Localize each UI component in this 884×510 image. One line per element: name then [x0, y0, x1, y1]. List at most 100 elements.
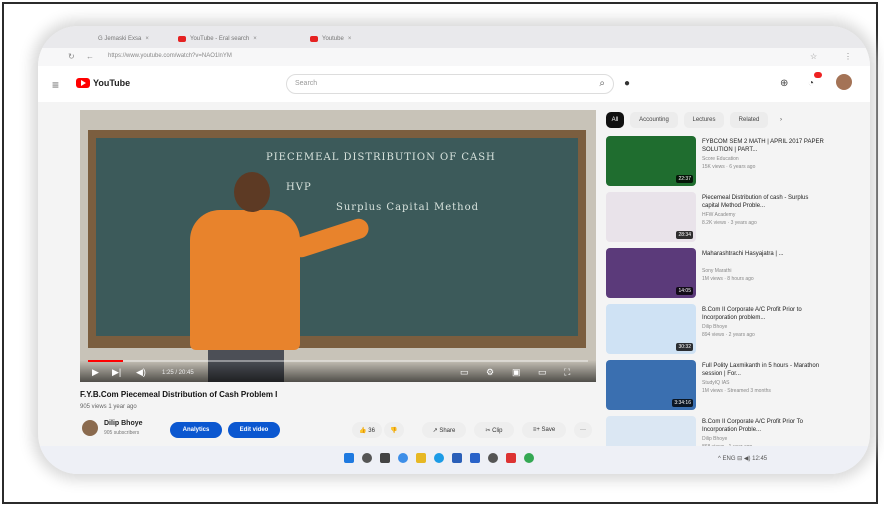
video-title: F.Y.B.Com Piecemeal Distribution of Cash…	[80, 390, 278, 399]
monitor-screen: G Jemaski Exsa × YouTube - Eral search × Y…	[38, 26, 870, 474]
more-button[interactable]: ···	[574, 422, 592, 438]
file-explorer-icon[interactable]	[416, 453, 426, 463]
teacher-head	[234, 172, 270, 212]
clip-button[interactable]: ✂ Clip	[474, 422, 514, 438]
app-icon[interactable]	[506, 453, 516, 463]
recommendation-item[interactable]: 14:05 Maharashtrachi Hasyajatra | ... Sony…	[606, 248, 870, 298]
youtube-logo[interactable]: YouTube	[76, 78, 130, 88]
browser-tab[interactable]: G Jemaski Exsa ×	[98, 32, 149, 46]
edge-icon[interactable]	[434, 453, 444, 463]
chat-icon[interactable]	[398, 453, 408, 463]
avatar[interactable]	[836, 74, 852, 90]
video-thumbnail[interactable]: 14:05	[606, 248, 696, 298]
back-icon[interactable]: ←	[86, 52, 94, 61]
youtube-header: ≡ YouTube Search ⌕ ● ⊕ ◔	[38, 66, 870, 102]
youtube-favicon-icon	[310, 36, 318, 42]
channel-subscribers: 905 subscribers	[104, 430, 140, 436]
video-thumbnail[interactable]: 28:34	[606, 192, 696, 242]
recommendation-channel: Sony Marathi	[702, 268, 732, 274]
refresh-icon[interactable]: ↻	[68, 52, 75, 61]
save-button[interactable]: ≡+ Save	[522, 422, 566, 438]
board-heading: PIECEMEAL DISTRIBUTION OF CASH	[266, 152, 496, 163]
recommendation-title[interactable]: Maharashtrachi Hasyajatra | ...	[702, 250, 826, 258]
share-button[interactable]: ↗ Share	[422, 422, 466, 438]
chip-related[interactable]: Related	[730, 112, 768, 128]
settings-icon[interactable]: ⚙	[486, 367, 494, 378]
windows-start-icon[interactable]	[344, 453, 354, 463]
browser-menu-icon[interactable]: ⋮	[844, 52, 852, 61]
recommendation-item[interactable]: 3:34:16 Full Polity Laxmikanth in 5 hours…	[606, 360, 870, 410]
miniplayer-icon[interactable]: ▣	[512, 367, 521, 378]
video-duration: 30:32	[676, 343, 693, 351]
board-line: HVP	[286, 182, 312, 193]
mic-icon[interactable]: ●	[624, 78, 630, 89]
video-thumbnail[interactable]: 3:34:16	[606, 360, 696, 410]
task-view-icon[interactable]	[380, 453, 390, 463]
recommendation-channel: HFW Academy	[702, 212, 736, 218]
search-icon[interactable]: ⌕	[599, 78, 605, 89]
theater-icon[interactable]: ▭	[538, 367, 547, 378]
video-duration: 3:34:16	[672, 399, 693, 407]
video-duration: 22:37	[676, 175, 693, 183]
browser-tab[interactable]: YouTube - Eral search ×	[178, 32, 257, 46]
recommendation-title[interactable]: B.Com II Corporate A/C Profit Prior To I…	[702, 418, 826, 434]
channel-name[interactable]: Dilip Bhoye	[104, 420, 143, 427]
channel-avatar[interactable]	[82, 420, 98, 436]
video-meta: 905 views 1 year ago	[80, 404, 137, 410]
recommendation-title[interactable]: B.Com II Corporate A/C Profit Prior to I…	[702, 306, 826, 322]
notification-badge	[814, 72, 822, 78]
dislike-button[interactable]: 👎	[384, 422, 404, 438]
volume-icon[interactable]: ◀)	[136, 367, 146, 378]
recommendation-title[interactable]: Full Polity Laxmikanth in 5 hours - Mara…	[702, 362, 826, 378]
recommendation-views: 1M views · 8 hours ago	[702, 276, 754, 282]
mail-icon[interactable]	[470, 453, 480, 463]
recommendation-title[interactable]: Piecemeal Distribution of cash - Surplus…	[702, 194, 826, 210]
recommendation-title[interactable]: FYBCOM SEM 2 MATH | APRIL 2017 PAPER SOL…	[702, 138, 826, 154]
app-icon[interactable]	[488, 453, 498, 463]
video-duration: 28:34	[676, 231, 693, 239]
bell-icon[interactable]: ◔	[808, 78, 814, 89]
chip-lectures[interactable]: Lectures	[684, 112, 724, 128]
star-icon[interactable]: ☆	[810, 52, 817, 61]
recommendation-channel: StudyIQ IAS	[702, 380, 730, 386]
search-input[interactable]: Search ⌕	[286, 74, 614, 94]
chip-accounting[interactable]: Accounting	[630, 112, 678, 128]
like-button[interactable]: 👍 36	[352, 422, 382, 438]
url-field[interactable]: https://www.youtube.com/watch?v=NAO1lnYM	[108, 53, 232, 59]
chip-all[interactable]: All	[606, 112, 624, 128]
video-thumbnail[interactable]: 22:37	[606, 136, 696, 186]
progress-fill	[88, 360, 123, 362]
captions-icon[interactable]: ▭	[460, 367, 469, 378]
recommendation-views: 894 views · 2 years ago	[702, 332, 755, 338]
video-player[interactable]: PIECEMEAL DISTRIBUTION OF CASH HVP Surpl…	[80, 110, 596, 382]
play-icon[interactable]: ▶	[92, 367, 99, 378]
youtube-play-icon	[76, 78, 90, 88]
board-line: Surplus Capital Method	[336, 202, 480, 213]
recommendation-views: 8.2K views · 3 years ago	[702, 220, 757, 226]
recommendation-item[interactable]: 28:34 Piecemeal Distribution of cash - Su…	[606, 192, 870, 242]
address-bar: ↻ ← https://www.youtube.com/watch?v=NAO1…	[38, 48, 870, 67]
recommendation-item[interactable]: 22:37 FYBCOM SEM 2 MATH | APRIL 2017 PAPE…	[606, 136, 870, 186]
chevron-right-icon[interactable]: ›	[774, 112, 788, 128]
fullscreen-icon[interactable]: ⛶	[564, 367, 570, 378]
time-readout: 1:25 / 20:45	[162, 370, 194, 376]
system-tray[interactable]: ^ ENG ⊟ ◀) 12:45	[718, 455, 767, 462]
recommendation-item[interactable]: 30:32 B.Com II Corporate A/C Profit Prior…	[606, 304, 870, 354]
recommendation-views: 15K views · 6 years ago	[702, 164, 756, 170]
player-controls: ▶ ▶| ◀) 1:25 / 20:45 ▭ ⚙ ▣ ▭ ⛶	[80, 360, 596, 382]
chrome-icon[interactable]	[524, 453, 534, 463]
edit-video-button[interactable]: Edit video	[228, 422, 280, 438]
analytics-button[interactable]: Analytics	[170, 422, 222, 438]
video-duration: 14:05	[676, 287, 693, 295]
browser-tab-active[interactable]: Youtube ×	[310, 32, 351, 46]
search-icon[interactable]	[362, 453, 372, 463]
store-icon[interactable]	[452, 453, 462, 463]
progress-bar[interactable]	[88, 360, 588, 362]
next-icon[interactable]: ▶|	[112, 367, 121, 378]
create-icon[interactable]: ⊕	[780, 78, 788, 89]
recommendation-channel: Dilip Bhoye	[702, 324, 728, 330]
recommendation-views: 1M views · Streamed 3 months	[702, 388, 771, 394]
windows-taskbar: ^ ENG ⊟ ◀) 12:45	[38, 446, 870, 474]
video-thumbnail[interactable]: 30:32	[606, 304, 696, 354]
menu-icon[interactable]: ≡	[52, 78, 59, 92]
